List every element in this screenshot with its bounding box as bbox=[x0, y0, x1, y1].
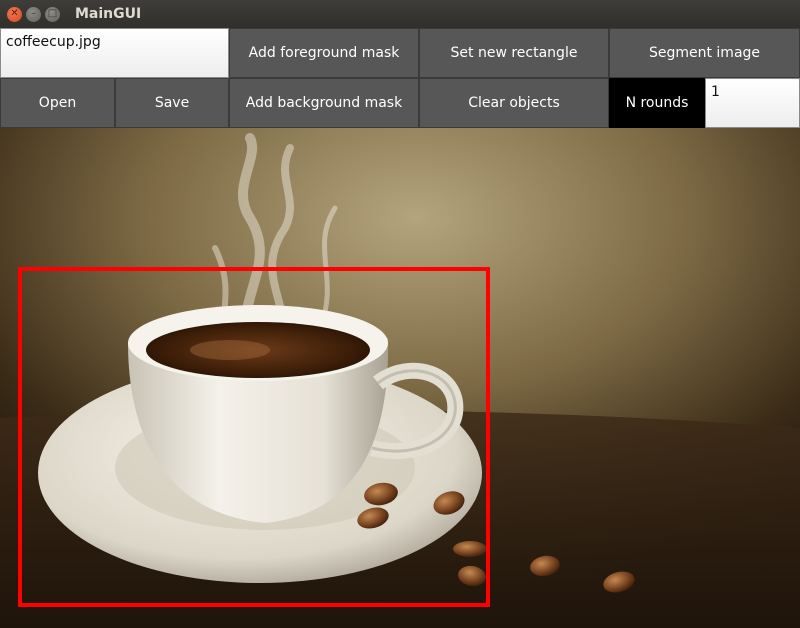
filename-field[interactable]: coffeecup.jpg bbox=[0, 28, 229, 78]
window-title: MainGUI bbox=[75, 6, 142, 22]
add-foreground-mask-button[interactable]: Add foreground mask bbox=[229, 28, 419, 78]
minimize-window-button[interactable]: – bbox=[26, 6, 41, 22]
selection-rectangle[interactable] bbox=[18, 267, 490, 607]
image-canvas[interactable] bbox=[0, 128, 800, 628]
n-rounds-input[interactable]: 1 bbox=[705, 78, 800, 128]
maximize-icon: □ bbox=[47, 8, 58, 19]
add-background-mask-button[interactable]: Add background mask bbox=[229, 78, 419, 128]
window-controls: ✕ – □ bbox=[7, 6, 60, 22]
maximize-window-button[interactable]: □ bbox=[45, 6, 60, 22]
open-button[interactable]: Open bbox=[0, 78, 115, 128]
minimize-icon: – bbox=[31, 8, 36, 19]
title-bar: ✕ – □ MainGUI bbox=[0, 0, 800, 28]
clear-objects-button[interactable]: Clear objects bbox=[419, 78, 609, 128]
n-rounds-label: N rounds bbox=[609, 78, 705, 128]
close-window-button[interactable]: ✕ bbox=[7, 6, 22, 22]
save-button[interactable]: Save bbox=[115, 78, 229, 128]
set-new-rectangle-button[interactable]: Set new rectangle bbox=[419, 28, 609, 78]
close-icon: ✕ bbox=[10, 8, 19, 19]
segment-image-button[interactable]: Segment image bbox=[609, 28, 800, 78]
toolbar: coffeecup.jpg Add foreground mask Set ne… bbox=[0, 28, 800, 128]
